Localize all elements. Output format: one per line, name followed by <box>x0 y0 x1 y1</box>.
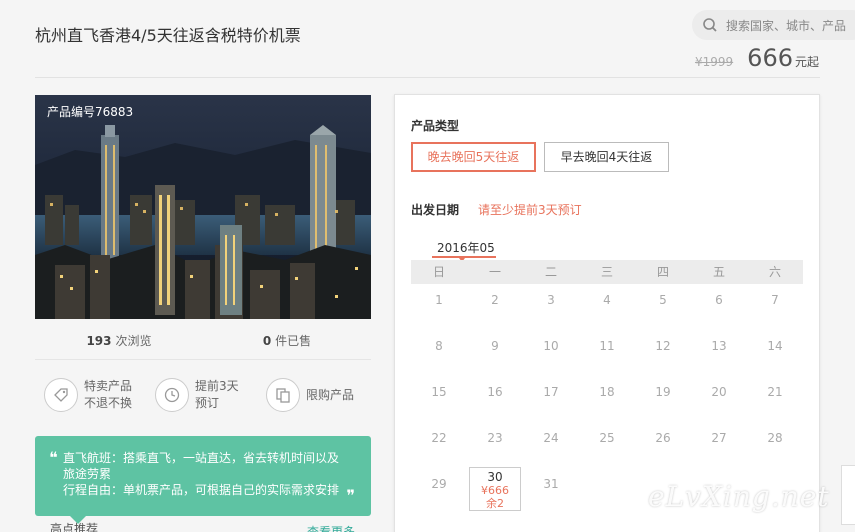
calendar-day: 29 <box>431 477 447 491</box>
calendar-day: 28 <box>767 431 783 445</box>
option-late-5day[interactable]: 晚去晚回5天往返 <box>411 142 536 172</box>
calendar-day: 20 <box>711 385 727 399</box>
calendar-day: 16 <box>487 385 503 399</box>
product-stats: 193 次浏览 0 件已售 <box>35 332 371 349</box>
calendar-day: 17 <box>543 385 559 399</box>
copy-icon <box>266 378 300 412</box>
calendar-day: 10 <box>543 339 559 353</box>
booking-panel: 产品类型 晚去晚回5天往返 早去晚回4天往返 出发日期 请至少提前3天预订 20… <box>394 94 820 532</box>
product-number: 产品编号76883 <box>47 105 134 119</box>
calendar-day: 6 <box>715 293 723 307</box>
views-stat: 193 次浏览 <box>86 334 152 348</box>
calendar-day: 1 <box>435 293 443 307</box>
highlight-box: ❝ 直飞航班：搭乘直飞，一站直达，省去转机时间以及 旅途劳累 行程自由：单机票产… <box>35 436 371 516</box>
sold-stat: 0 件已售 <box>262 334 312 348</box>
search-input[interactable]: 搜索国家、城市、产品 <box>692 10 855 40</box>
recommend-row: 高点推荐 查看更多 <box>50 520 370 532</box>
calendar-day: 21 <box>767 385 783 399</box>
option-early-4day[interactable]: 早去晚回4天往返 <box>544 142 669 172</box>
side-tab[interactable] <box>841 465 855 525</box>
calendar-day: 26 <box>655 431 671 445</box>
header-divider <box>35 77 820 78</box>
original-price: ¥1999 <box>694 55 734 69</box>
calendar-day: 19 <box>655 385 671 399</box>
quote-close-icon: ❞ <box>346 486 355 505</box>
price-info: ¥1999 666 元起 <box>695 44 819 72</box>
quote-open-icon: ❝ <box>49 448 58 467</box>
calendar-day: 13 <box>711 339 727 353</box>
calendar-day: 23 <box>487 431 503 445</box>
stats-divider <box>35 359 371 360</box>
view-more-link[interactable]: 查看更多 <box>307 523 355 532</box>
calendar-day: 7 <box>771 293 779 307</box>
search-icon <box>703 18 717 32</box>
price-unit: 元起 <box>794 55 819 69</box>
calendar-day: 9 <box>491 339 499 353</box>
calendar-day: 3 <box>547 293 555 307</box>
calendar-day: 12 <box>655 339 671 353</box>
calendar-day: 18 <box>599 385 615 399</box>
calendar-day: 25 <box>599 431 615 445</box>
calendar-day: 24 <box>543 431 559 445</box>
feature-limited-purchase: 限购产品 <box>266 378 354 412</box>
product-image[interactable]: 产品编号76883 <box>35 95 371 319</box>
page-title: 杭州直飞香港4/5天往返含税特价机票 <box>35 26 301 45</box>
calendar-day: 8 <box>435 339 443 353</box>
calendar-grid: 1 2 3 4 5 6 7 8 9 10 11 12 13 14 15 16 17 18 19 20 21 22 23 24 2… <box>411 281 803 511</box>
calendar-day: 11 <box>599 339 615 353</box>
calendar-day: 31 <box>543 477 559 491</box>
feature-special-sale: 特卖产品 不退不换 <box>44 378 132 412</box>
calendar-day: 22 <box>431 431 447 445</box>
booking-tip: 请至少提前3天预订 <box>478 203 582 217</box>
departure-date-label: 出发日期 <box>411 203 460 217</box>
calendar-day: 5 <box>659 293 667 307</box>
calendar-day: 15 <box>431 385 447 399</box>
recommend-label: 高点推荐 <box>50 522 99 532</box>
current-price: 666 <box>747 44 793 72</box>
search-placeholder: 搜索国家、城市、产品 <box>726 18 847 33</box>
calendar-day: 27 <box>711 431 727 445</box>
clock-icon <box>155 378 189 412</box>
tag-icon <box>44 378 78 412</box>
month-tab[interactable]: 2016年05 <box>437 239 495 256</box>
calendar-day: 2 <box>491 293 499 307</box>
product-type-label: 产品类型 <box>411 119 460 133</box>
calendar-day-available[interactable]: 30 ¥666 余2 <box>467 465 523 511</box>
calendar-day: 4 <box>603 293 611 307</box>
watermark: eLvXing.net <box>648 480 830 513</box>
calendar-day: 14 <box>767 339 783 353</box>
feature-advance-booking: 提前3天 预订 <box>155 378 239 412</box>
